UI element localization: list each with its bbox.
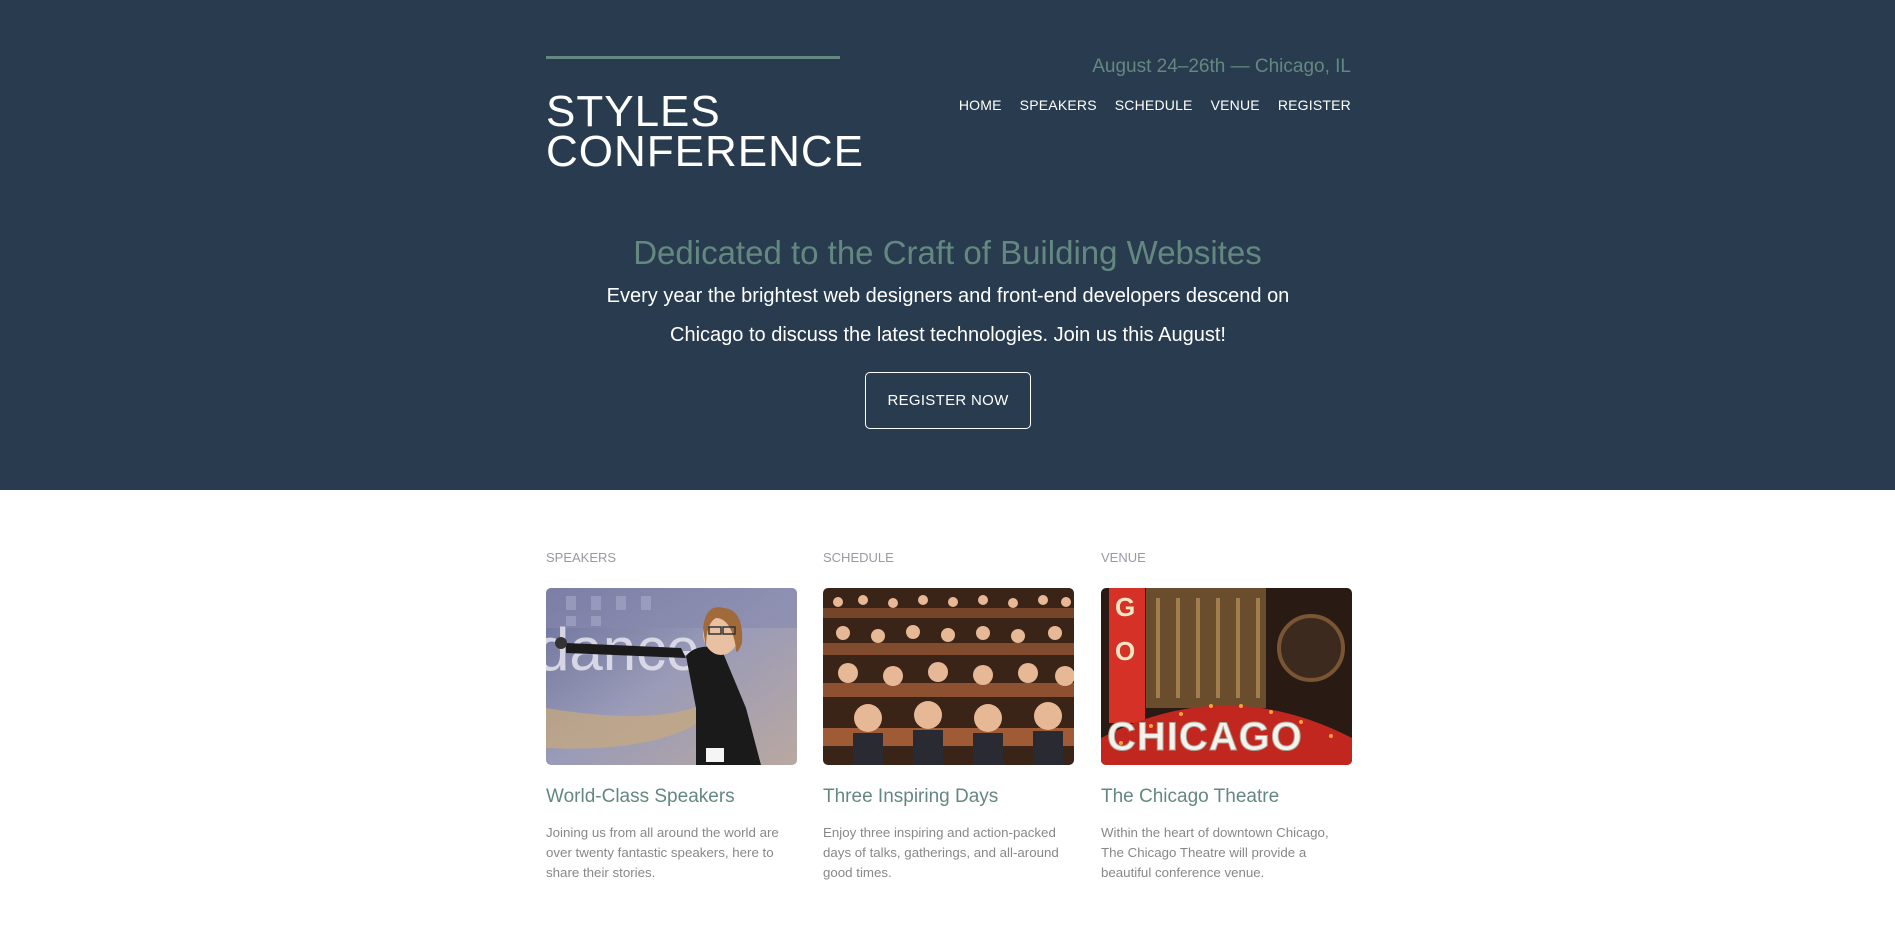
teaser-title[interactable]: The Chicago Theatre	[1101, 785, 1352, 809]
hero-lead: Every year the brightest web designers a…	[606, 285, 1290, 346]
teaser-label[interactable]: SPEAKERS	[546, 550, 797, 566]
teaser-text: Enjoy three inspiring and action-packed …	[823, 825, 1059, 880]
svg-text:G: G	[1115, 592, 1135, 622]
nav-schedule[interactable]: SCHEDULE	[1115, 97, 1193, 113]
nav-venue[interactable]: VENUE	[1211, 97, 1260, 113]
logo-rule	[546, 56, 840, 59]
teaser-venue: VENUE GO CHICAGO The Chicago Theatre Wit…	[1101, 550, 1352, 883]
svg-text:CHICAGO: CHICAGO	[1107, 715, 1303, 759]
teaser-schedule: SCHEDULE Three Inspiring Days Enjoy thre…	[823, 550, 1074, 883]
primary-nav: HOME SPEAKERS SCHEDULE VENUE REGISTER	[959, 97, 1351, 113]
hero-section: STYLES CONFERENCE August 24–26th — Chica…	[0, 0, 1895, 490]
teaser-title[interactable]: Three Inspiring Days	[823, 785, 1074, 809]
audience-photo	[823, 588, 1074, 765]
register-now-button[interactable]: REGISTER NOW	[865, 372, 1031, 429]
teaser-text: Joining us from all around the world are…	[546, 825, 779, 880]
teaser-label[interactable]: SCHEDULE	[823, 550, 1074, 566]
hero-tagline: Dedicated to the Craft of Building Websi…	[633, 234, 1262, 271]
teaser-text: Within the heart of downtown Chicago, Th…	[1101, 825, 1329, 880]
site-logo[interactable]: STYLES CONFERENCE	[546, 87, 866, 176]
nav-home[interactable]: HOME	[959, 97, 1002, 113]
teaser-label[interactable]: VENUE	[1101, 550, 1352, 566]
svg-text:O: O	[1115, 636, 1135, 666]
speaker-photo: dance	[546, 588, 797, 765]
teaser-speakers: SPEAKERS dance World-Class Speakers Join…	[546, 550, 797, 883]
logo-line-2: CONFERENCE	[546, 127, 865, 176]
logo-line-1: STYLES	[546, 87, 721, 136]
event-dates: August 24–26th — Chicago, IL	[1092, 56, 1351, 77]
nav-register[interactable]: REGISTER	[1278, 97, 1351, 113]
theatre-photo: GO CHICAGO	[1101, 588, 1352, 765]
nav-speakers[interactable]: SPEAKERS	[1020, 97, 1097, 113]
teaser-title[interactable]: World-Class Speakers	[546, 785, 797, 809]
